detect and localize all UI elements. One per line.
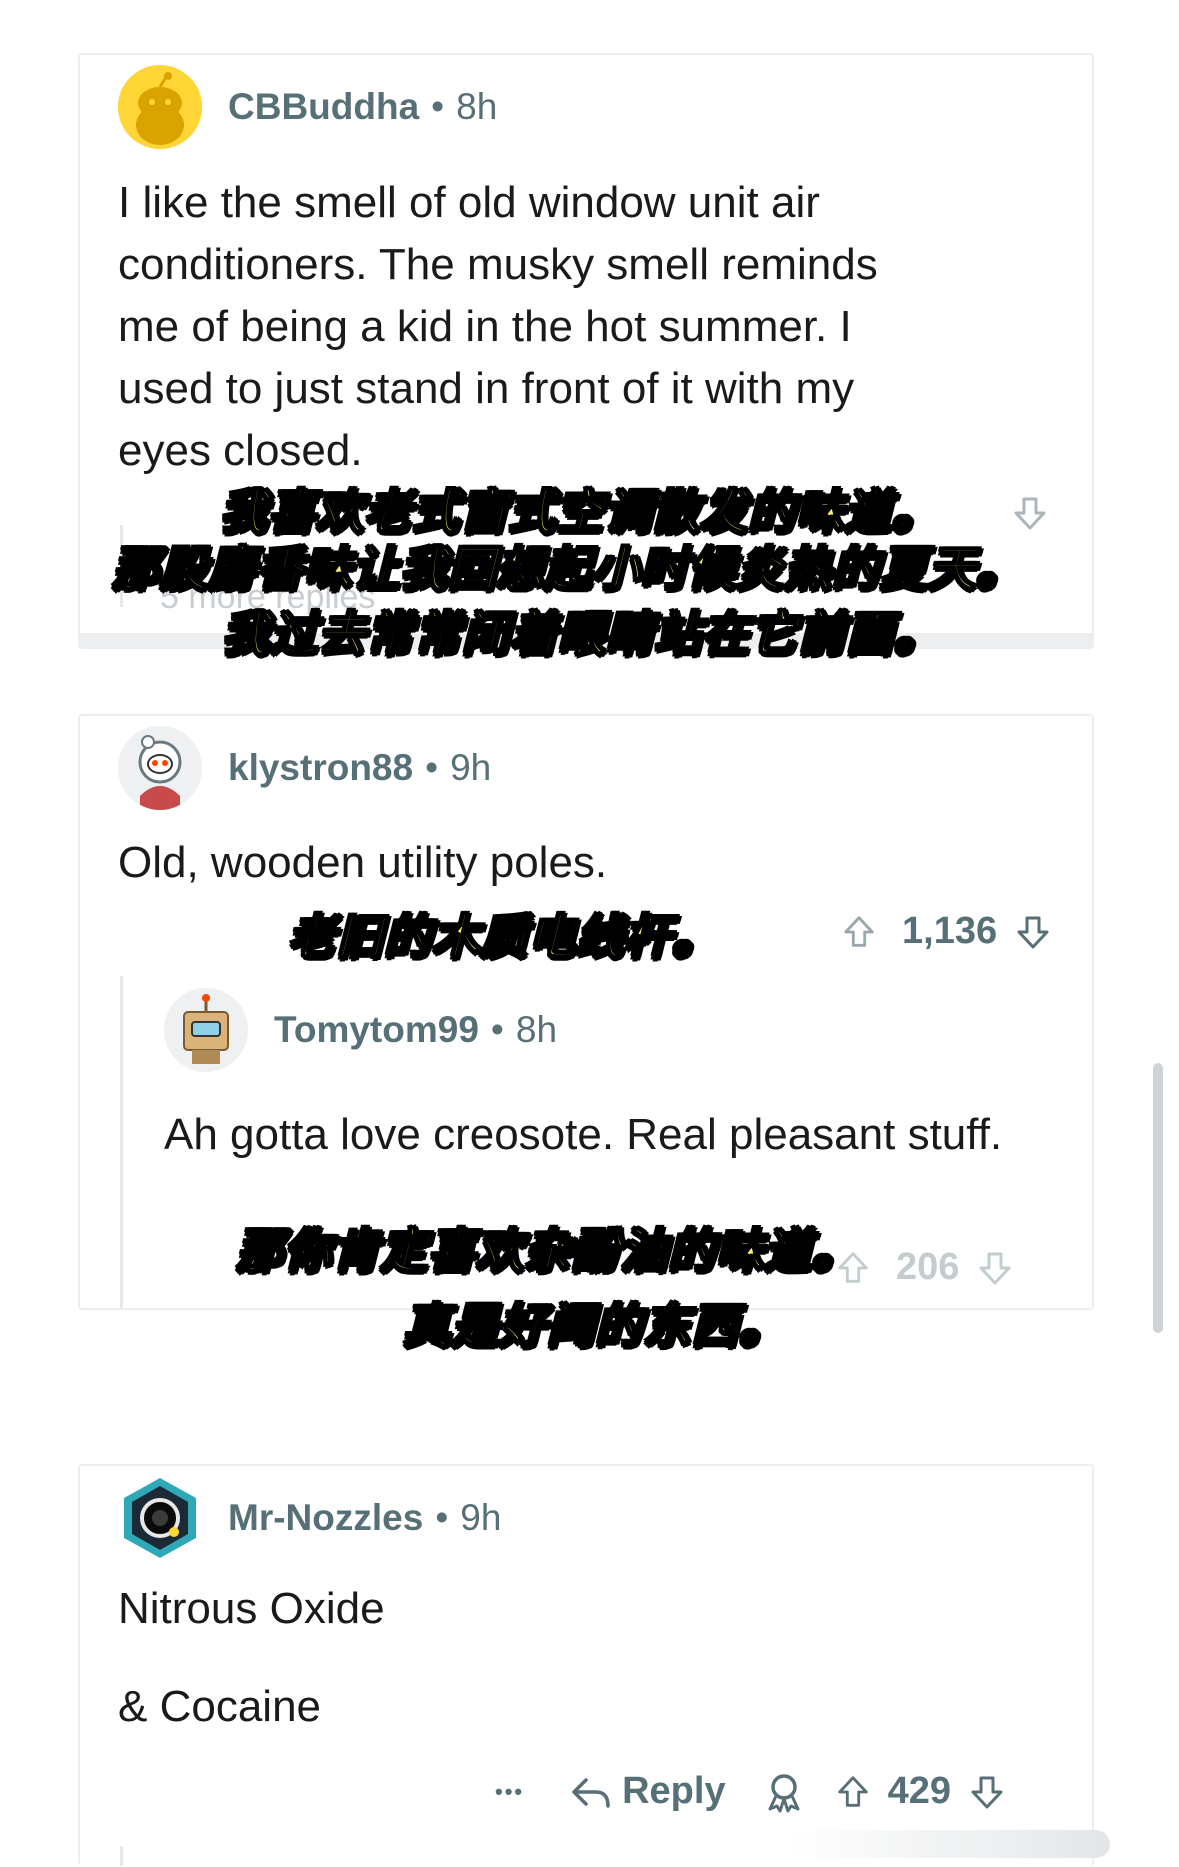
subtitle-line: 那你肯定喜欢杂酚油的味道。 <box>235 1223 860 1280</box>
vote-score: 429 <box>887 1770 951 1812</box>
vote-score: 1,136 <box>902 910 998 952</box>
meta-separator: • <box>490 1009 504 1050</box>
vote-score: 206 <box>896 1246 960 1288</box>
reply-button[interactable]: Reply <box>622 1770 725 1813</box>
upvote-arrow-icon[interactable] <box>834 1772 872 1812</box>
comment-username[interactable]: klystron88 <box>228 747 413 789</box>
thread-line <box>120 1846 123 1866</box>
comment-time: 9h <box>460 1497 502 1538</box>
comment-actions: ••• Reply 429 <box>495 1770 1007 1813</box>
reply-header: Tomytom99 • 8h <box>164 988 557 1072</box>
comment-actions: 1,136 <box>840 910 1053 953</box>
reply-time: 8h <box>515 1009 558 1050</box>
comment-header: CBBuddha • 8h <box>118 65 497 149</box>
meta-separator: • <box>435 1497 449 1538</box>
subtitle-line: 我过去常常闭着眼睛站在它前面。 <box>221 606 942 663</box>
snoo-astronaut-avatar[interactable] <box>118 726 202 810</box>
subtitle-line: 那股麝香味让我回想起小时候炎热的夏天。 <box>111 541 1024 598</box>
comment-body: Old, wooden utility poles. <box>118 838 608 887</box>
more-options-button[interactable]: ••• <box>495 1779 524 1805</box>
thread-line <box>120 976 123 1308</box>
comment-line: Nitrous Oxide <box>118 1584 385 1633</box>
snoo-yellow-avatar[interactable] <box>118 65 202 149</box>
reply-username[interactable]: Tomytom99 <box>274 1009 479 1051</box>
reply-body: Ah gotta love creosote. Real pleasant st… <box>164 1110 1003 1159</box>
comment-time: 9h <box>450 747 492 788</box>
reply-actions: 206 <box>834 1246 1015 1289</box>
comment-body: Nitrous Oxide & Cocaine <box>118 1578 918 1738</box>
comment-header: klystron88 • 9h <box>118 726 491 810</box>
comment-header: Mr-Nozzles • 9h <box>118 1476 501 1560</box>
comment-line: & Cocaine <box>118 1682 322 1731</box>
snoo-blackhole-avatar[interactable] <box>118 1476 202 1560</box>
comment-username[interactable]: CBBuddha <box>228 86 419 128</box>
downvote-arrow-icon[interactable] <box>1013 912 1053 952</box>
comment-username[interactable]: Mr-Nozzles <box>228 1497 423 1539</box>
upvote-arrow-icon[interactable] <box>840 912 878 952</box>
reply-arrow-icon[interactable] <box>570 1772 612 1812</box>
comment-body: I like the smell of old window unit air … <box>118 178 878 475</box>
comment-time: 8h <box>456 86 498 127</box>
downvote-arrow-icon[interactable] <box>967 1772 1007 1812</box>
downvote-arrow-icon[interactable] <box>975 1248 1015 1288</box>
comment-card-mr-nozzles: Mr-Nozzles • 9h Nitrous Oxide & Cocaine … <box>78 1464 1094 1866</box>
meta-separator: • <box>431 86 445 127</box>
meta-separator: • <box>425 747 439 788</box>
subtitle-line: 老旧的木质电线杆。 <box>287 909 720 966</box>
scrollbar-thumb[interactable] <box>1153 1063 1163 1333</box>
subtitle-line: 真是好闻的东西。 <box>402 1298 787 1355</box>
award-icon[interactable] <box>764 1771 804 1813</box>
home-indicator-fade <box>790 1830 1110 1858</box>
snoo-robot-avatar[interactable] <box>164 988 248 1072</box>
